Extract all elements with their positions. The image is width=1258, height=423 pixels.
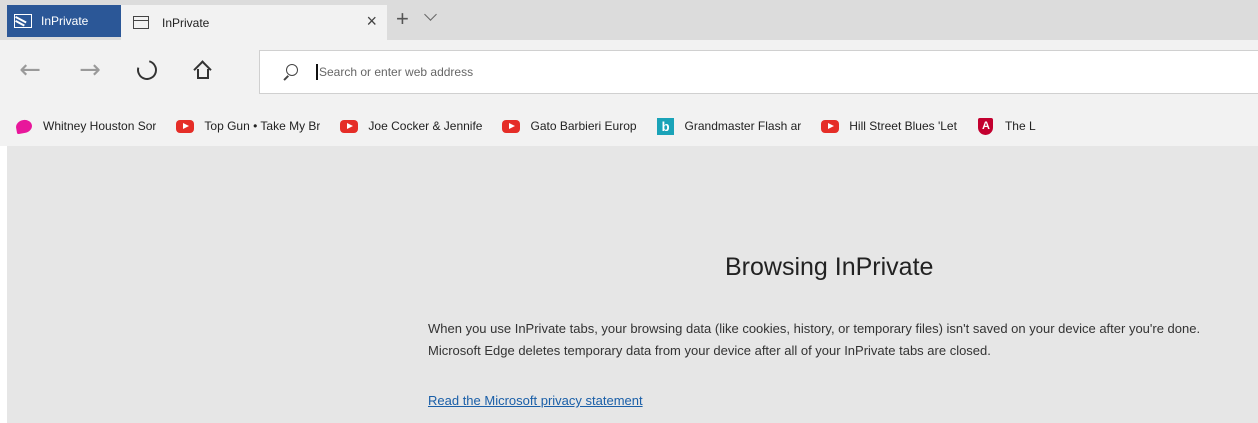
page-description: When you use InPrivate tabs, your browsi… [428, 321, 1201, 358]
close-icon[interactable]: × [366, 11, 377, 31]
search-icon [282, 64, 298, 80]
inprivate-icon [14, 14, 32, 28]
favorite-item[interactable]: Gato Barbieri Europ [502, 119, 637, 133]
favorite-item[interactable]: b Grandmaster Flash ar [657, 117, 802, 135]
address-bar[interactable] [259, 50, 1258, 94]
youtube-icon [340, 119, 359, 133]
youtube-icon [176, 119, 195, 133]
favorite-item[interactable]: A The L [977, 117, 1036, 135]
address-input[interactable] [319, 65, 919, 79]
inprivate-badge-label: InPrivate [41, 14, 89, 28]
favorite-label: Top Gun • Take My Br [204, 119, 321, 133]
favorite-item[interactable]: Top Gun • Take My Br [176, 119, 320, 133]
tab-page-icon [133, 16, 149, 29]
privacy-statement-link[interactable]: Read the Microsoft privacy statement [428, 393, 643, 408]
new-tab-button[interactable]: + [396, 7, 409, 31]
favorite-item[interactable]: Whitney Houston Sor [14, 118, 157, 134]
shield-icon: A [978, 117, 994, 135]
favorite-label: Grandmaster Flash ar [684, 119, 802, 133]
page-title: Browsing InPrivate [725, 253, 934, 281]
youtube-icon [502, 119, 521, 133]
favorite-item[interactable]: Joe Cocker & Jennife [340, 119, 482, 133]
favorite-label: Hill Street Blues 'Let [849, 119, 957, 133]
tab-inprivate[interactable]: InPrivate × [121, 5, 387, 40]
favorite-label: Gato Barbieri Europ [530, 119, 637, 133]
forward-button[interactable]: → [74, 54, 106, 86]
back-button[interactable]: ← [14, 54, 46, 86]
refresh-button[interactable] [131, 54, 163, 86]
tab-title: InPrivate [162, 15, 210, 30]
favorite-label: The L [1004, 119, 1036, 133]
tab-strip: InPrivate InPrivate × + [0, 0, 1258, 40]
favorite-label: Whitney Houston Sor [43, 119, 157, 133]
bing-icon: b [657, 117, 675, 135]
refresh-icon [133, 56, 161, 84]
navigation-bar: ← → [0, 40, 1258, 106]
home-icon [193, 60, 212, 79]
chevron-down-icon[interactable] [423, 9, 437, 23]
favorite-item[interactable]: Hill Street Blues 'Let [821, 119, 957, 133]
favorite-label: Joe Cocker & Jennife [368, 119, 483, 133]
inprivate-badge: InPrivate [7, 5, 121, 37]
text-caret [316, 64, 318, 80]
youtube-icon [821, 119, 840, 133]
favorites-bar: Whitney Houston Sor Top Gun • Take My Br… [0, 106, 1258, 146]
inprivate-page [7, 146, 1258, 423]
home-button[interactable] [187, 54, 219, 86]
heart-icon [14, 118, 34, 134]
